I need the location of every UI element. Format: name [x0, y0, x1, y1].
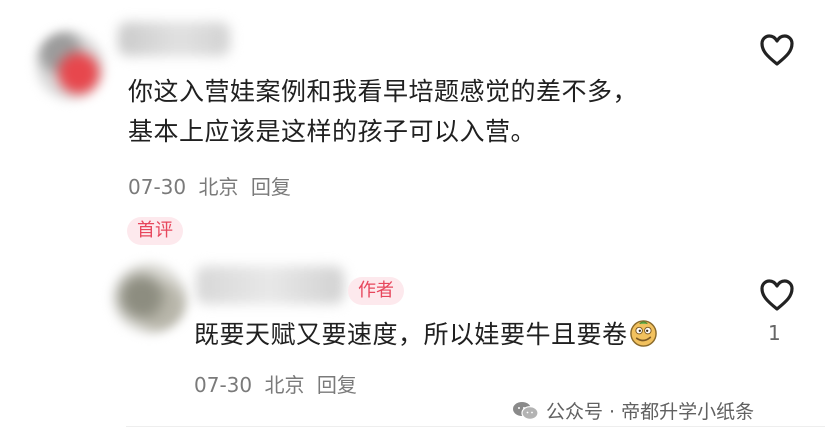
smirk-face-emoji-icon [629, 320, 657, 347]
author-avatar[interactable] [110, 262, 188, 334]
comment-meta: 07-30 北京 回复 [128, 171, 291, 200]
commenter-avatar[interactable] [34, 30, 106, 102]
wechat-icon [511, 400, 541, 422]
commenter-username[interactable] [118, 22, 230, 56]
reply-text: 既要天赋又要速度，所以娃要牛且要卷 [194, 320, 628, 349]
comment-location: 北京 [198, 175, 239, 199]
comment-divider [126, 426, 825, 427]
first-comment-badge: 首评 [127, 217, 183, 245]
heart-icon [760, 279, 794, 311]
like-count: 1 [768, 321, 781, 345]
reply-reply-button[interactable]: 回复 [317, 373, 357, 397]
reply-like-button[interactable] [757, 277, 797, 313]
heart-icon [760, 34, 794, 66]
comment-date: 07-30 [128, 175, 187, 199]
like-button[interactable] [757, 32, 797, 68]
comment-text: 你这入营娃案例和我看早培题感觉的差不多， 基本上应该是这样的孩子可以入营。 [128, 72, 728, 152]
reply-meta: 07-30 北京 回复 [194, 369, 357, 398]
watermark-text: 公众号 · 帝都升学小纸条 [546, 401, 755, 423]
author-username[interactable] [196, 266, 344, 304]
author-badge: 作者 [348, 277, 404, 305]
reply-button[interactable]: 回复 [251, 175, 291, 199]
reply-comment: 既要天赋又要速度，所以娃要牛且要卷 [194, 318, 714, 352]
reply-date: 07-30 [194, 373, 253, 397]
watermark: 公众号 · 帝都升学小纸条 [511, 397, 754, 424]
comment-line-1: 你这入营娃案例和我看早培题感觉的差不多， [128, 77, 639, 106]
comment-line-2: 基本上应该是这样的孩子可以入营。 [128, 117, 537, 146]
reply-location: 北京 [264, 373, 305, 397]
